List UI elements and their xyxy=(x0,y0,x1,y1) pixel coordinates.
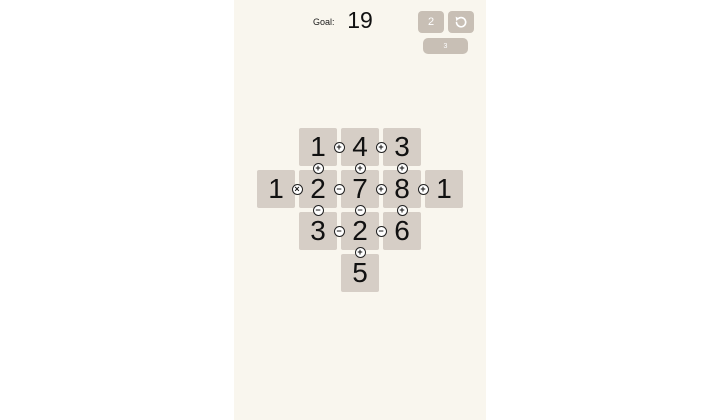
operator-badge: + xyxy=(333,141,345,153)
operator-badge: + xyxy=(375,141,387,153)
level-indicator[interactable]: 3 xyxy=(423,38,468,54)
operator-badge: − xyxy=(312,204,324,216)
hint-button[interactable]: 2 xyxy=(418,11,444,33)
goal-label: Goal: xyxy=(313,17,335,27)
number-tile[interactable]: 3 xyxy=(383,128,421,166)
number-tile[interactable]: 1 xyxy=(425,170,463,208)
undo-icon xyxy=(455,16,467,28)
number-tile[interactable]: 8 xyxy=(383,170,421,208)
number-tile[interactable]: 7 xyxy=(341,170,379,208)
operator-badge: − xyxy=(375,225,387,237)
operator-badge: + xyxy=(354,162,366,174)
operator-badge: + xyxy=(312,162,324,174)
number-tile[interactable]: 1 xyxy=(257,170,295,208)
number-tile[interactable]: 4 xyxy=(341,128,379,166)
number-tile[interactable]: 2 xyxy=(341,212,379,250)
operator-badge: − xyxy=(333,225,345,237)
undo-button[interactable] xyxy=(448,11,474,33)
operator-badge: + xyxy=(417,183,429,195)
hint-count: 2 xyxy=(427,16,435,28)
number-tile[interactable]: 1 xyxy=(299,128,337,166)
number-tile[interactable]: 3 xyxy=(299,212,337,250)
operator-badge: + xyxy=(354,246,366,258)
goal-value: 19 xyxy=(347,7,373,33)
operator-badge: − xyxy=(333,183,345,195)
level-number: 3 xyxy=(443,42,448,50)
operator-badge: × xyxy=(291,183,303,195)
operator-badge: + xyxy=(396,204,408,216)
number-tile[interactable]: 6 xyxy=(383,212,421,250)
operator-badge: − xyxy=(354,204,366,216)
number-tile[interactable]: 2 xyxy=(299,170,337,208)
number-tile[interactable]: 5 xyxy=(341,254,379,292)
operator-badge: + xyxy=(396,162,408,174)
operator-badge: + xyxy=(375,183,387,195)
